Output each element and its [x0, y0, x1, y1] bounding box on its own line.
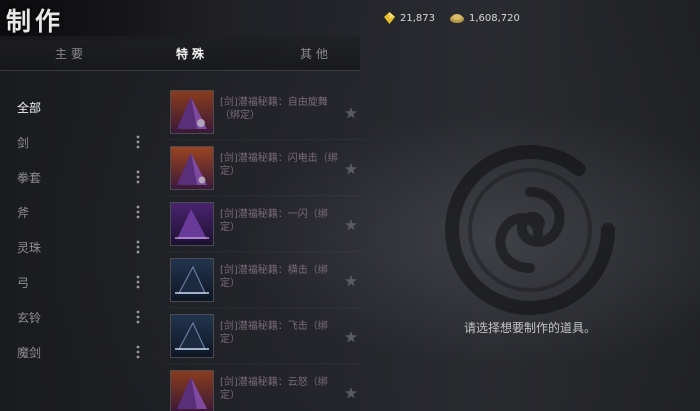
- recipe-item[interactable]: [剑]潜福秘籍：自由旋舞（绑定）: [168, 88, 364, 140]
- gold-currency: 21,873: [384, 10, 435, 26]
- silver-amount: 1,608,720: [469, 12, 520, 24]
- more-dots-icon[interactable]: [136, 275, 140, 289]
- recipe-thumbnail: [170, 90, 214, 134]
- category-item-bell[interactable]: 玄铃: [0, 300, 160, 335]
- money-pouch-icon: [450, 14, 464, 23]
- recipe-item[interactable]: [剑]潜福秘籍：横击（绑定）: [168, 256, 364, 308]
- more-dots-icon[interactable]: [136, 205, 140, 219]
- recipe-name: [剑]潜福秘籍：飞击（绑定）: [220, 321, 328, 345]
- category-list: 全部 剑 拳套 斧 灵珠 弓 玄铃 魔剑: [0, 90, 160, 370]
- category-label: 玄铃: [17, 311, 42, 325]
- recipe-item[interactable]: [剑]潜福秘籍：飞击（绑定）: [168, 312, 364, 364]
- purple-orange-scroll-icon: [171, 147, 213, 189]
- gold-amount: 21,873: [400, 12, 435, 24]
- purple-orange-scroll-icon: [171, 91, 213, 133]
- more-dots-icon[interactable]: [136, 240, 140, 254]
- recipe-item[interactable]: [剑]潜福秘籍：闪电击（绑定）: [168, 144, 364, 196]
- more-dots-icon[interactable]: [136, 170, 140, 184]
- recipe-item[interactable]: [剑]潜福秘籍：云怒（绑定）: [168, 368, 364, 411]
- favorite-star-icon[interactable]: [345, 331, 357, 343]
- category-item-sword[interactable]: 剑: [0, 125, 160, 160]
- recipe-thumbnail: [170, 202, 214, 246]
- category-label: 拳套: [17, 171, 42, 185]
- more-dots-icon[interactable]: [136, 310, 140, 324]
- title-bar: 制作: [0, 0, 360, 40]
- recipe-item[interactable]: [剑]潜福秘籍：一闪（绑定）: [168, 200, 364, 252]
- recipe-thumbnail: [170, 370, 214, 411]
- more-dots-icon[interactable]: [136, 135, 140, 149]
- tab-special[interactable]: 特殊: [176, 45, 208, 62]
- category-item-orb[interactable]: 灵珠: [0, 230, 160, 265]
- recipe-name: [剑]潜福秘籍：云怒（绑定）: [220, 377, 328, 401]
- recipe-name: [剑]潜福秘籍：自由旋舞（绑定）: [220, 97, 328, 121]
- recipe-name: [剑]潜福秘籍：闪电击（绑定）: [220, 153, 338, 177]
- favorite-star-icon[interactable]: [345, 387, 357, 399]
- blue-scroll-icon: [171, 259, 213, 301]
- category-label: 全部: [17, 101, 42, 115]
- category-item-all[interactable]: 全部: [0, 90, 160, 125]
- favorite-star-icon[interactable]: [345, 219, 357, 231]
- category-item-axe[interactable]: 斧: [0, 195, 160, 230]
- category-item-demon-sword[interactable]: 魔剑: [0, 335, 160, 370]
- category-item-gauntlet[interactable]: 拳套: [0, 160, 160, 195]
- recipe-name: [剑]潜福秘籍：横击（绑定）: [220, 265, 328, 289]
- purple-scroll-icon: [171, 203, 213, 245]
- silver-currency: 1,608,720: [450, 10, 520, 26]
- tab-bar: 主要 特殊 其他: [0, 36, 360, 71]
- tab-main[interactable]: 主要: [55, 45, 87, 62]
- recipe-thumbnail: [170, 314, 214, 358]
- recipe-thumbnail: [170, 258, 214, 302]
- gold-ingot-icon: [384, 12, 395, 24]
- crafting-window: 制作 21,873 1,608,720 主要 特殊 其他 全部 剑 拳套 斧 灵…: [0, 0, 700, 411]
- blue-scroll-icon: [171, 315, 213, 357]
- category-label: 弓: [17, 276, 30, 290]
- recipe-thumbnail: [170, 146, 214, 190]
- tab-other[interactable]: 其他: [300, 45, 332, 62]
- category-label: 斧: [17, 206, 30, 220]
- category-item-bow[interactable]: 弓: [0, 265, 160, 300]
- select-item-hint: 请选择想要制作的道具。: [463, 321, 596, 335]
- favorite-star-icon[interactable]: [345, 107, 357, 119]
- purple-orange-scroll-icon: [171, 371, 213, 411]
- ink-swirl-emblem-icon: [445, 145, 615, 315]
- category-label: 灵珠: [17, 241, 42, 255]
- more-dots-icon[interactable]: [136, 345, 140, 359]
- category-label: 剑: [17, 136, 30, 150]
- favorite-star-icon[interactable]: [345, 275, 357, 287]
- favorite-star-icon[interactable]: [345, 163, 357, 175]
- recipe-name: [剑]潜福秘籍：一闪（绑定）: [220, 209, 328, 233]
- window-title: 制作: [6, 7, 65, 36]
- recipe-list: [剑]潜福秘籍：自由旋舞（绑定） [剑]潜福秘籍：闪电击（绑定） [剑]潜福秘籍…: [168, 88, 364, 411]
- category-label: 魔剑: [17, 346, 42, 360]
